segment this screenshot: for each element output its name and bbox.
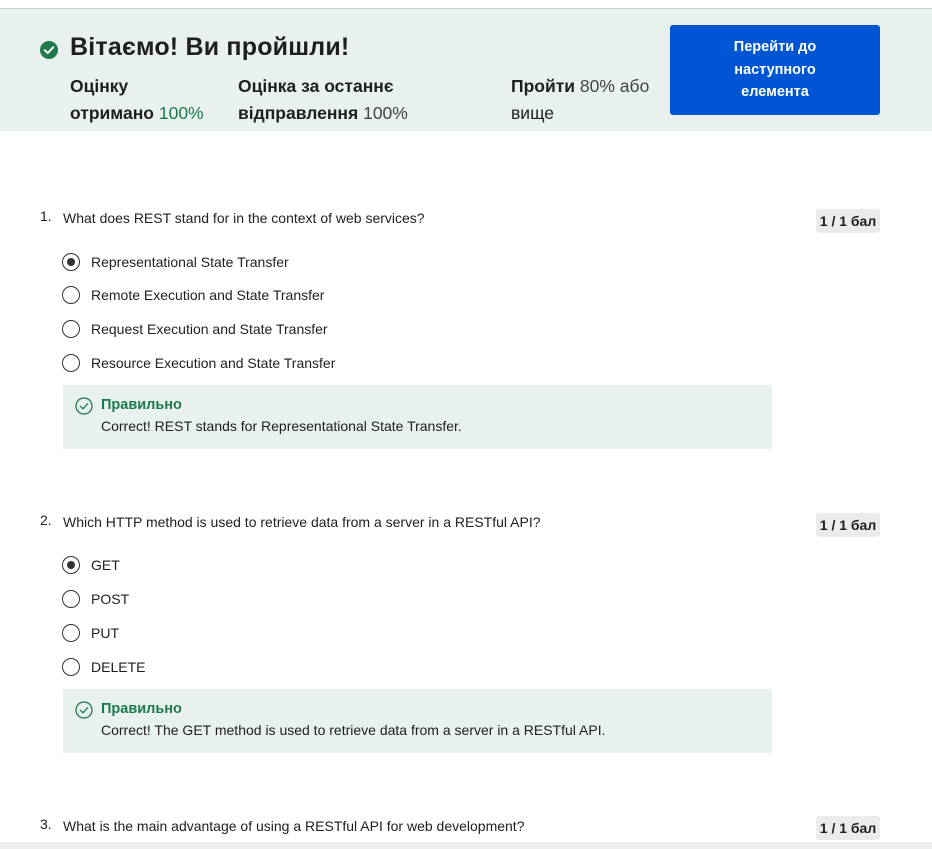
banner-title: Вітаємо! Ви пройшли! — [70, 33, 350, 61]
answer-option-label: Representational State Transfer — [91, 254, 289, 270]
answer-option-label: Resource Execution and State Transfer — [91, 355, 336, 371]
question-number: 1. — [40, 208, 52, 224]
stat-pass-threshold: Пройти 80% або вище — [511, 73, 671, 127]
stat-last-submission: Оцінка за останнє відправлення 100% — [238, 73, 488, 127]
stat-label: відправлення — [238, 103, 359, 123]
radio-selected-icon[interactable] — [62, 556, 80, 574]
radio-icon[interactable] — [62, 624, 80, 642]
answer-option-label: Request Execution and State Transfer — [91, 321, 328, 337]
stat-label: Оцінка за останнє — [238, 76, 394, 96]
next-item-button[interactable]: Перейти до наступного елемента — [670, 25, 880, 115]
answer-option[interactable]: PUT — [62, 623, 119, 643]
stat-grade-received: Оцінку отримано 100% — [70, 73, 220, 127]
radio-icon[interactable] — [62, 354, 80, 372]
stat-label: отримано — [70, 103, 154, 123]
answer-option-label: PUT — [91, 625, 119, 641]
answer-option[interactable]: Representational State Transfer — [62, 252, 289, 272]
stat-suffix: вище — [511, 103, 555, 123]
question-number: 2. — [40, 512, 52, 528]
horizontal-scrollbar[interactable] — [0, 842, 932, 849]
question-text: Which HTTP method is used to retrieve da… — [63, 514, 541, 530]
radio-icon[interactable] — [62, 658, 80, 676]
radio-icon[interactable] — [62, 320, 80, 338]
answer-option[interactable]: Request Execution and State Transfer — [62, 319, 328, 339]
answer-option-label: Remote Execution and State Transfer — [91, 287, 325, 303]
radio-selected-icon[interactable] — [62, 253, 80, 271]
stat-value: 80% або — [579, 76, 650, 96]
answer-option-label: POST — [91, 591, 130, 607]
check-circle-outline-icon — [75, 701, 93, 719]
stat-value: 100% — [158, 103, 204, 123]
radio-icon[interactable] — [62, 286, 80, 304]
answer-option-label: GET — [91, 557, 120, 573]
stat-label: Оцінку — [70, 76, 129, 96]
check-circle-filled-icon — [40, 41, 58, 59]
answer-option[interactable]: POST — [62, 589, 129, 609]
feedback-panel: Правильно Correct! The GET method is use… — [63, 689, 772, 753]
answer-option[interactable]: DELETE — [62, 657, 145, 677]
question-number: 3. — [40, 816, 52, 832]
stat-value: 100% — [363, 103, 408, 123]
question-text: What is the main advantage of using a RE… — [63, 818, 525, 834]
answer-option[interactable]: Remote Execution and State Transfer — [62, 285, 324, 305]
question-text: What does REST stand for in the context … — [63, 210, 425, 226]
feedback-text: Correct! REST stands for Representationa… — [101, 418, 462, 434]
stat-label: Пройти — [511, 76, 576, 96]
feedback-title: Правильно — [101, 397, 182, 413]
feedback-text: Correct! The GET method is used to retri… — [101, 722, 606, 738]
answer-option[interactable]: GET — [62, 555, 120, 575]
answer-option[interactable]: Resource Execution and State Transfer — [62, 353, 335, 373]
check-circle-outline-icon — [75, 397, 93, 415]
question-score-badge: 1 / 1 бал — [816, 816, 880, 840]
feedback-title: Правильно — [101, 701, 182, 717]
feedback-panel: Правильно Correct! REST stands for Repre… — [63, 385, 772, 449]
question-score-badge: 1 / 1 бал — [816, 209, 880, 233]
radio-icon[interactable] — [62, 590, 80, 608]
question-score-badge: 1 / 1 бал — [816, 513, 880, 537]
answer-option-label: DELETE — [91, 659, 146, 675]
